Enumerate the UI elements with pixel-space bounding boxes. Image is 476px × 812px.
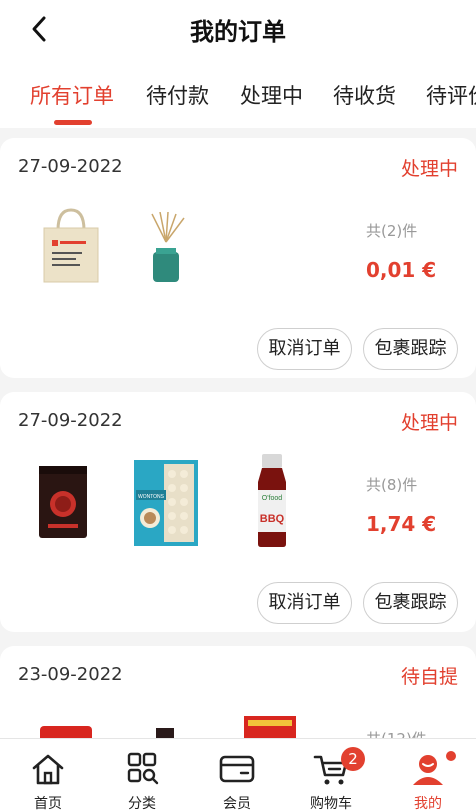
nav-label: 首页 [34,796,62,812]
pouch-image[interactable] [36,462,90,540]
cart-badge: 2 [341,747,365,771]
active-tab-indicator [54,120,92,125]
nav-label: 我的 [414,796,442,812]
track-package-button[interactable]: 包裹跟踪 [363,582,458,624]
nav-label: 分类 [128,796,156,812]
nav-member[interactable]: 会员 [197,739,277,812]
order-price: 1,74 € [366,512,437,536]
order-tabs: 所有订单 待付款 处理中 待收货 待评价 [0,58,476,128]
nav-profile[interactable]: 我的 [388,739,468,812]
order-date: 27-09-2022 [18,156,123,177]
order-card[interactable]: 27-09-2022 处理中 共(2)件 0,01 € 取消订单 包裹跟踪 [0,138,476,378]
home-icon [32,754,64,785]
header: 我的订单 [0,0,476,58]
wonton-box-label: WONTONS [138,494,165,500]
order-card[interactable]: 27-09-2022 处理中 WONTONS O'food BBQ 共(8)件 … [0,392,476,632]
order-date: 27-09-2022 [18,410,123,431]
bottom-nav: 首页 分类 会员 2 购物车 我的 [0,738,476,812]
tab-to-review[interactable]: 待评价 [426,80,476,110]
sauce-bottle-image[interactable]: O'food BBQ [250,454,294,548]
tab-processing[interactable]: 处理中 [240,80,303,110]
profile-icon [413,755,443,785]
item-count: 共(2)件 [366,222,418,240]
sauce-label: BBQ [260,513,285,525]
cancel-order-button[interactable]: 取消订单 [257,328,352,370]
nav-label: 会员 [223,796,251,812]
notification-dot [446,751,456,761]
nav-home[interactable]: 首页 [8,739,88,812]
tab-to-receive[interactable]: 待收货 [333,80,396,110]
track-package-button[interactable]: 包裹跟踪 [363,328,458,370]
nav-category[interactable]: 分类 [102,739,182,812]
page-title: 我的订单 [190,18,286,46]
order-status: 处理中 [400,412,458,434]
member-card-icon [219,755,255,783]
item-count: 共(8)件 [366,476,418,494]
order-status: 处理中 [400,158,458,180]
nav-cart[interactable]: 2 购物车 [291,739,371,812]
tote-bag-image[interactable] [36,208,106,284]
category-grid-icon [127,752,159,785]
order-price: 0,01 € [366,258,437,282]
tab-pending-payment[interactable]: 待付款 [146,80,209,110]
tab-all-orders[interactable]: 所有订单 [30,80,114,110]
sauce-brand-label: O'food [262,495,283,502]
diffuser-image[interactable] [144,212,188,284]
order-date: 23-09-2022 [18,664,123,685]
wonton-box-image[interactable]: WONTONS [134,460,198,546]
order-status: 待自提 [400,666,458,688]
nav-label: 购物车 [310,796,352,812]
cancel-order-button[interactable]: 取消订单 [257,582,352,624]
